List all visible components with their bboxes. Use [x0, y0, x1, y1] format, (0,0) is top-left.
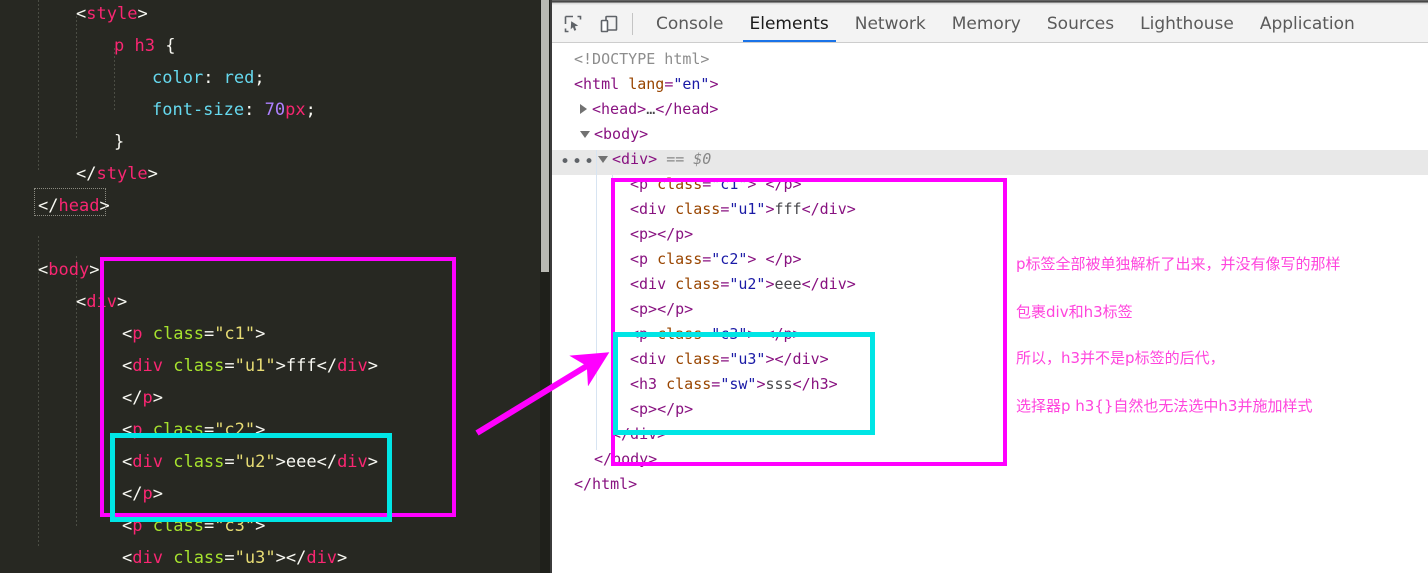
code-line-p-c1-open: <p class="c1">	[122, 324, 266, 344]
annotation-note: p标签全部被单独解析了出来，并没有像写的那样 包裹div和h3标签 所以，h3并…	[1016, 228, 1428, 418]
tab-lighthouse[interactable]: Lighthouse	[1127, 5, 1247, 42]
tab-elements[interactable]: Elements	[737, 5, 842, 42]
dom-child-div-u3[interactable]: <div class="u3"></div>	[630, 347, 829, 372]
toolbar-separator	[632, 12, 633, 35]
code-line-selector: p h3 {	[114, 36, 176, 56]
tree-guide	[596, 150, 597, 450]
expand-head-triangle-icon[interactable]	[580, 104, 587, 114]
tab-console[interactable]: Console	[643, 5, 737, 42]
code-line-p-c1-close: </p>	[122, 388, 163, 408]
dom-head-collapsed[interactable]: <head>…</head>	[592, 97, 718, 122]
dom-div-close[interactable]: </div>	[612, 422, 666, 447]
dom-child-p-c3[interactable]: <p class="c3"> </p>	[630, 322, 802, 347]
annotation-note-line1: p标签全部被单独解析了出来，并没有像写的那样	[1016, 255, 1341, 273]
tab-sources[interactable]: Sources	[1034, 5, 1127, 42]
dom-child-p-c2[interactable]: <p class="c2"> </p>	[630, 247, 802, 272]
annotation-note-line3: 所以，h3并不是p标签的后代，	[1016, 349, 1225, 367]
code-line-color: color: red;	[152, 68, 265, 88]
tab-memory[interactable]: Memory	[939, 5, 1034, 42]
collapse-body-triangle-icon[interactable]	[580, 131, 590, 138]
tab-network[interactable]: Network	[842, 5, 939, 42]
devtools-screenshot: <style> p h3 { color: red; font-size: 70…	[0, 0, 1428, 573]
dom-child-h3-sw[interactable]: <h3 class="sw">sss</h3>	[630, 372, 838, 397]
code-line-p-c2-open: <p class="c2">	[122, 420, 266, 440]
editor-scrollbar-track[interactable]	[540, 0, 550, 573]
code-line-brace-close: }	[114, 132, 125, 152]
dom-body-close[interactable]: </body>	[594, 447, 657, 472]
code-line-p-c2-close: </p>	[122, 484, 163, 504]
tab-application[interactable]: Application	[1247, 5, 1368, 42]
code-line-style-open: <style>	[76, 4, 148, 24]
code-line-font-size: font-size: 70px;	[152, 100, 316, 120]
code-line-div-open: <div>	[76, 292, 128, 312]
code-line-div-u2: <div class="u2">eee</div>	[122, 452, 379, 472]
collapse-div-triangle-icon[interactable]	[598, 156, 608, 163]
dom-child-div-u2[interactable]: <div class="u2">eee</div>	[630, 272, 856, 297]
device-toolbar-icon[interactable]	[594, 9, 624, 39]
annotation-note-line2: 包裹div和h3标签	[1016, 303, 1133, 321]
devtools-toolbar[interactable]: Console Elements Network Memory Sources …	[552, 5, 1428, 43]
code-line-div-u3: <div class="u3"></div>	[122, 548, 348, 568]
dom-html-open[interactable]: <html lang="en">	[574, 72, 719, 97]
code-editor-panel[interactable]: <style> p h3 { color: red; font-size: 70…	[0, 0, 550, 573]
dom-child-div-u1[interactable]: <div class="u1">fff</div>	[630, 197, 856, 222]
dom-doctype: <!DOCTYPE html>	[574, 50, 710, 68]
dom-child-p-c1[interactable]: <p class="c1"> </p>	[630, 172, 802, 197]
editor-source-code[interactable]: <style> p h3 { color: red; font-size: 70…	[0, 0, 378, 573]
code-line-style-close: </style>	[76, 164, 158, 184]
dom-div-selected[interactable]: <div> == $0	[612, 147, 711, 172]
dom-html-close[interactable]: </html>	[574, 472, 637, 497]
code-line-head-close: </head>	[38, 196, 110, 216]
tree-guide	[612, 175, 613, 457]
code-line-body-open: <body>	[38, 260, 100, 280]
dom-child-p-empty-3[interactable]: <p></p>	[630, 397, 693, 422]
node-overflow-dots[interactable]: •••	[560, 150, 596, 175]
dom-child-p-empty-1[interactable]: <p></p>	[630, 222, 693, 247]
annotation-note-line4: 选择器p h3{}自然也无法选中h3并施加样式	[1016, 397, 1313, 415]
editor-scrollbar-thumb[interactable]	[541, 0, 549, 272]
dom-body-open[interactable]: <body>	[594, 122, 648, 147]
code-line-p-c3-open: <p class="c3">	[122, 516, 266, 536]
code-line-div-u1: <div class="u1">fff</div>	[122, 356, 379, 376]
inspect-element-icon[interactable]	[558, 9, 588, 39]
indent-guide	[76, 16, 77, 140]
dom-child-p-empty-2[interactable]: <p></p>	[630, 297, 693, 322]
